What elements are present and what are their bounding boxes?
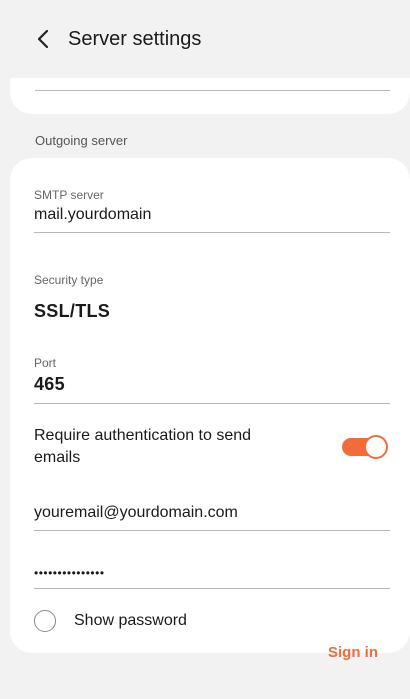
security-type-label: Security type [34, 273, 104, 287]
show-password-radio[interactable] [34, 610, 56, 632]
smtp-server-input[interactable]: mail.yourdomain [34, 206, 390, 224]
header: Server settings [0, 0, 410, 78]
smtp-server-field[interactable]: SMTP server mail.yourdomain [34, 188, 390, 233]
port-underline [34, 403, 390, 404]
password-field[interactable]: ••••••••••••••• [34, 562, 390, 589]
port-input[interactable]: 465 [34, 374, 390, 395]
back-button[interactable] [30, 26, 56, 52]
divider [35, 90, 390, 91]
require-auth-toggle[interactable] [342, 434, 388, 460]
smtp-underline [34, 232, 390, 233]
sign-in-button[interactable]: Sign in [328, 644, 378, 661]
port-label: Port [34, 356, 57, 370]
email-field[interactable]: youremail@yourdomain.com [34, 500, 390, 531]
section-label-outgoing: Outgoing server [35, 133, 128, 148]
security-type-select[interactable]: SSL/TLS [34, 301, 390, 322]
incoming-card-bottom [10, 78, 410, 114]
security-type-field[interactable]: Security type SSL/TLS [34, 273, 390, 322]
page-title: Server settings [68, 27, 202, 50]
password-underline [34, 588, 390, 589]
show-password-label: Show password [74, 612, 187, 629]
port-field[interactable]: Port 465 [34, 356, 390, 404]
toggle-knob [364, 435, 388, 459]
password-input[interactable]: ••••••••••••••• [34, 566, 390, 580]
show-password-option[interactable]: Show password [34, 610, 187, 632]
email-underline [34, 530, 390, 531]
smtp-server-label: SMTP server [34, 188, 104, 202]
chevron-left-icon [36, 29, 50, 49]
require-auth-row[interactable]: Require authentication to send emails [34, 425, 390, 469]
require-auth-label: Require authentication to send emails [34, 427, 252, 466]
outgoing-server-card: SMTP server mail.yourdomain Security typ… [10, 158, 410, 653]
email-input[interactable]: youremail@yourdomain.com [34, 504, 390, 522]
